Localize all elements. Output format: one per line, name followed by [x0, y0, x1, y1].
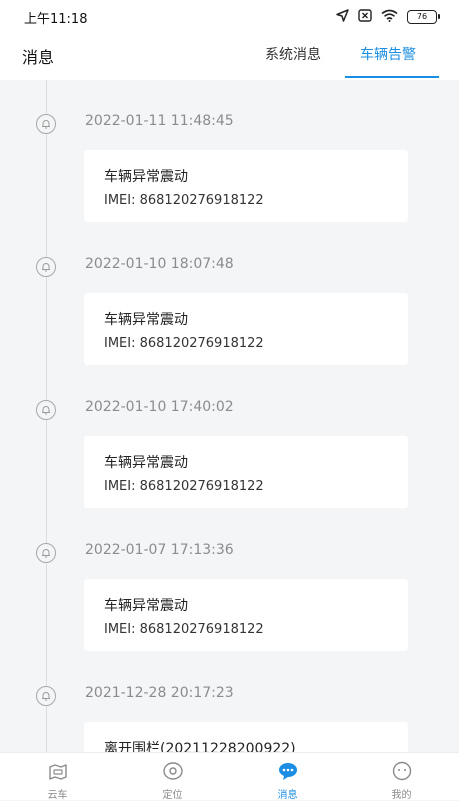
car-map-icon — [47, 761, 69, 781]
tab-system-messages[interactable]: 系统消息 — [265, 44, 321, 64]
active-tab-indicator — [345, 76, 439, 78]
profile-face-icon — [391, 761, 413, 781]
alert-imei: IMEI: 868120276918122 — [104, 336, 264, 351]
alert-imei: IMEI: 868120276918122 — [104, 193, 264, 208]
status-time: 上午11:18 — [24, 11, 88, 27]
bell-icon — [36, 686, 56, 706]
battery-icon: 76 — [407, 10, 440, 24]
nav-label: 消息 — [277, 790, 298, 801]
nav-item-profile[interactable]: 我的 — [344, 753, 459, 801]
alert-time: 2022-01-11 11:48:45 — [85, 113, 234, 129]
header: 消息 系统消息 车辆告警 — [0, 34, 459, 80]
alert-timeline[interactable]: 2022-01-11 11:48:45 车辆异常震动 IMEI: 8681202… — [0, 80, 459, 752]
status-icons: 76 — [336, 8, 440, 26]
alert-card[interactable]: 车辆异常震动 IMEI: 868120276918122 — [84, 579, 408, 651]
message-bubble-icon — [277, 761, 299, 781]
alert-entry: 2021-12-28 20:17:23 离开围栏(20211228200922) — [0, 652, 459, 752]
nav-label: 定位 — [162, 790, 183, 801]
alert-card[interactable]: 车辆异常震动 IMEI: 868120276918122 — [84, 293, 408, 365]
nav-item-location[interactable]: 定位 — [115, 753, 230, 801]
alert-entry: 2022-01-07 17:13:36 车辆异常震动 IMEI: 8681202… — [0, 509, 459, 652]
alert-entry: 2022-01-10 17:40:02 车辆异常震动 IMEI: 8681202… — [0, 366, 459, 509]
alert-title: 车辆异常震动 — [104, 598, 188, 614]
page-title: 消息 — [22, 48, 55, 67]
alert-imei: IMEI: 868120276918122 — [104, 622, 264, 637]
bell-icon — [36, 114, 56, 134]
alert-entry: 2022-01-10 18:07:48 车辆异常震动 IMEI: 8681202… — [0, 223, 459, 366]
alert-title: 车辆异常震动 — [104, 312, 188, 328]
alert-title: 车辆异常震动 — [104, 169, 188, 185]
status-bar: 上午11:18 76 — [0, 0, 459, 34]
location-arrow-icon — [336, 8, 349, 26]
alert-title: 离开围栏(20211228200922) — [104, 741, 296, 752]
alert-card[interactable]: 车辆异常震动 IMEI: 868120276918122 — [84, 436, 408, 508]
nav-label: 我的 — [391, 790, 412, 801]
alert-imei: IMEI: 868120276918122 — [104, 479, 264, 494]
alert-time: 2022-01-07 17:13:36 — [85, 542, 234, 558]
alert-card[interactable]: 车辆异常震动 IMEI: 868120276918122 — [84, 150, 408, 222]
bell-icon — [36, 543, 56, 563]
alert-title: 车辆异常震动 — [104, 455, 188, 471]
tab-vehicle-alerts[interactable]: 车辆告警 — [360, 44, 416, 64]
alert-card[interactable]: 离开围栏(20211228200922) — [84, 722, 408, 752]
nav-item-messages[interactable]: 消息 — [230, 753, 345, 801]
bottom-nav: 云车 定位 消息 我的 — [0, 752, 459, 801]
alert-time: 2021-12-28 20:17:23 — [85, 685, 234, 701]
wifi-icon — [381, 9, 398, 26]
location-eye-icon — [162, 761, 184, 781]
alert-entry: 2022-01-11 11:48:45 车辆异常震动 IMEI: 8681202… — [0, 80, 459, 223]
bell-icon — [36, 257, 56, 277]
nav-item-cloud-car[interactable]: 云车 — [0, 753, 115, 801]
bell-icon — [36, 400, 56, 420]
nav-label: 云车 — [47, 790, 68, 801]
alert-time: 2022-01-10 18:07:48 — [85, 256, 234, 272]
no-sim-icon — [358, 8, 372, 26]
alert-time: 2022-01-10 17:40:02 — [85, 399, 234, 415]
